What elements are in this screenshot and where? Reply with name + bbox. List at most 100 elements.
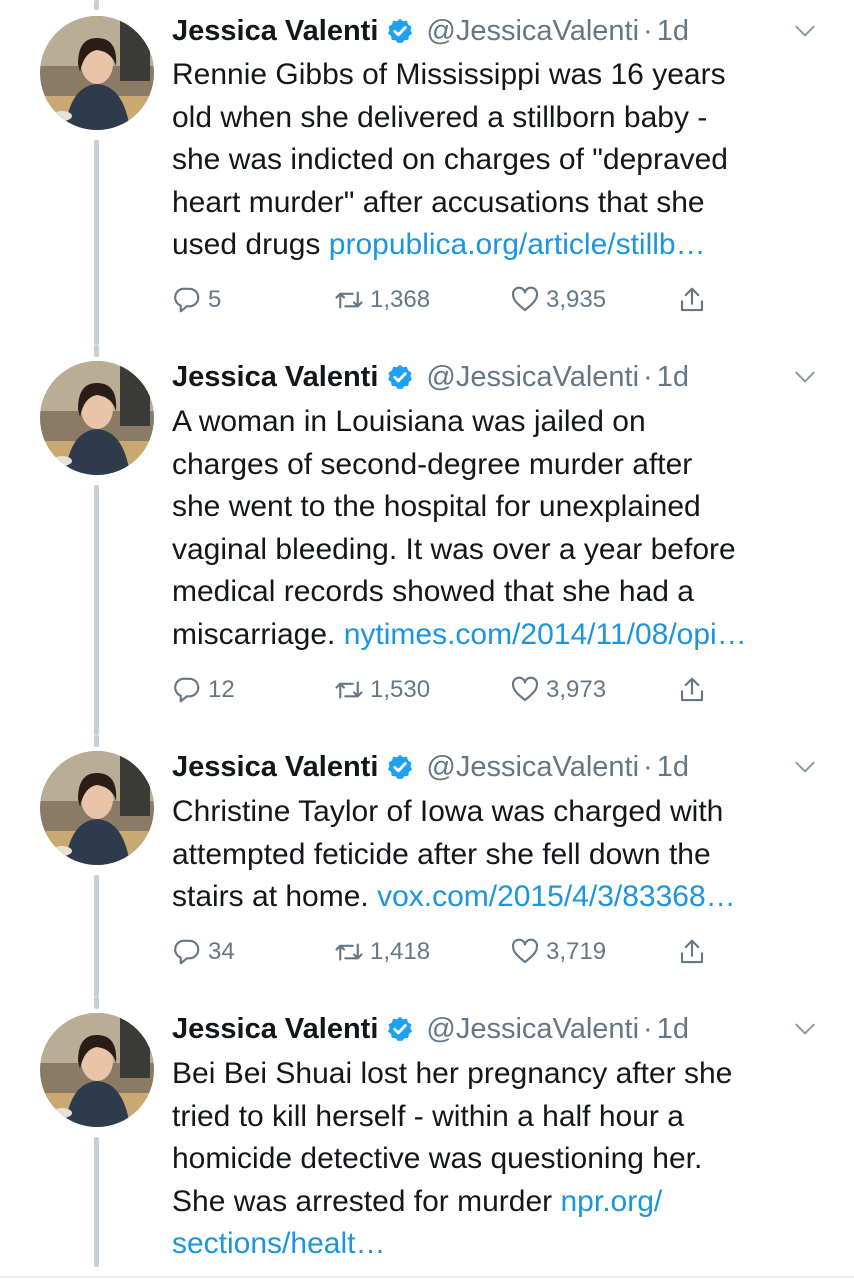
thread-connector: [94, 735, 99, 747]
tweet-text: Christine Taylor of Iowa was charged wit…: [172, 791, 832, 919]
avatar[interactable]: [40, 751, 154, 865]
text-line: old when she delivered a stillborn baby …: [172, 100, 708, 134]
text-line: She was arrested for murder npr.org/: [172, 1181, 832, 1224]
reply-count: 34: [208, 938, 235, 965]
text-line: medical records showed that she had a: [172, 575, 694, 608]
thread-connector: [94, 345, 99, 357]
divider: [0, 1276, 854, 1278]
avatar[interactable]: [40, 1013, 154, 1127]
text-line: Rennie Gibbs of Mississippi was 16 years: [172, 58, 726, 91]
author-name[interactable]: Jessica Valenti: [172, 15, 378, 48]
chevron-down-icon[interactable]: [792, 364, 818, 390]
author-name[interactable]: Jessica Valenti: [172, 1013, 378, 1046]
retweet-icon: [335, 681, 363, 699]
separator-dot: ·: [643, 360, 653, 393]
like-button[interactable]: 3,719: [510, 932, 606, 972]
heart-icon: [511, 938, 539, 964]
like-count: 3,935: [546, 286, 607, 313]
text-line: miscarriage. nytimes.com/2014/11/08/opi…: [172, 614, 832, 657]
retweet-icon: [335, 291, 363, 309]
chevron-down-icon[interactable]: [792, 754, 818, 780]
text-tail: stairs at home.: [172, 880, 378, 913]
retweet-button[interactable]: 1,418: [334, 932, 430, 972]
share-button[interactable]: [677, 670, 713, 710]
thread-connector: [94, 875, 99, 997]
avatar-photo: [40, 751, 154, 865]
retweet-count: 1,418: [370, 938, 431, 965]
tweet-actions: 5 1,368 3,935: [172, 280, 732, 320]
tweet-header: Jessica Valenti @JessicaValenti · 1d: [172, 10, 824, 52]
tweet-3[interactable]: Jessica Valenti @JessicaValenti · 1d Chr…: [0, 735, 854, 997]
text-line: Christine Taylor of Iowa was charged wit…: [172, 795, 724, 828]
retweet-count: 1,368: [370, 286, 431, 313]
text-line: used drugs propublica.org/article/stillb…: [172, 224, 832, 267]
separator-dot: ·: [643, 14, 653, 47]
text-tail: miscarriage.: [172, 617, 344, 651]
avatar[interactable]: [40, 361, 154, 475]
verified-badge-icon: [388, 364, 413, 390]
article-link[interactable]: propublica.org/article/stillb…: [329, 228, 706, 261]
reply-count: 12: [208, 676, 235, 703]
text-line: A woman in Louisiana was jailed on: [172, 405, 646, 438]
thread-connector: [94, 1137, 99, 1267]
verified-badge-icon: [388, 18, 413, 44]
author-name[interactable]: Jessica Valenti: [172, 751, 378, 784]
share-icon: [680, 677, 704, 702]
author-handle[interactable]: @JessicaValenti: [426, 1013, 639, 1046]
text-tail: used drugs: [172, 228, 329, 261]
thread-connector: [94, 140, 99, 345]
retweet-icon: [335, 943, 363, 961]
verified-badge-icon: [388, 1016, 413, 1042]
share-button[interactable]: [677, 932, 713, 972]
retweet-button[interactable]: 1,368: [334, 280, 430, 320]
timestamp[interactable]: 1d: [657, 361, 689, 394]
reply-button[interactable]: 12: [172, 670, 235, 710]
text-line: Bei Bei Shuai lost her pregnancy after s…: [172, 1057, 733, 1090]
article-link[interactable]: nytimes.com/2014/11/08/opi…: [344, 618, 747, 651]
timestamp[interactable]: 1d: [657, 1013, 689, 1046]
text-line: attempted feticide after she fell down t…: [172, 837, 711, 871]
text-line: heart murder" after accusations that she: [172, 185, 705, 219]
separator-dot: ·: [643, 1012, 653, 1045]
avatar-photo: [40, 16, 154, 130]
heart-icon: [511, 676, 539, 702]
avatar[interactable]: [40, 16, 154, 130]
article-link-continued[interactable]: sections/healt…: [172, 1227, 385, 1260]
avatar-photo: [40, 1013, 154, 1127]
text-line: sections/healt…: [172, 1223, 832, 1266]
text-line: homicide detective was questioning her.: [172, 1142, 703, 1175]
author-handle[interactable]: @JessicaValenti: [426, 15, 639, 48]
separator-dot: ·: [643, 750, 653, 783]
author-handle[interactable]: @JessicaValenti: [426, 361, 639, 394]
reply-icon: [174, 287, 200, 313]
tweet-1[interactable]: Jessica Valenti @JessicaValenti · 1d Ren…: [0, 0, 854, 345]
author-handle[interactable]: @JessicaValenti: [426, 751, 639, 784]
article-link[interactable]: npr.org/: [561, 1185, 663, 1218]
thread-connector: [94, 0, 99, 10]
chevron-down-icon[interactable]: [792, 1016, 818, 1042]
retweet-button[interactable]: 1,530: [334, 670, 430, 710]
reply-count: 5: [208, 286, 222, 313]
tweet-4[interactable]: Jessica Valenti @JessicaValenti · 1d Bei…: [0, 997, 854, 1280]
text-line: charges of second-degree murder after: [172, 447, 693, 481]
like-button[interactable]: 3,935: [510, 280, 606, 320]
thread-connector: [94, 997, 99, 1009]
reply-button[interactable]: 34: [172, 932, 235, 972]
tweet-header: Jessica Valenti @JessicaValenti · 1d: [172, 746, 824, 788]
timestamp[interactable]: 1d: [657, 15, 689, 48]
like-button[interactable]: 3,973: [510, 670, 606, 710]
share-button[interactable]: [677, 280, 713, 320]
article-link[interactable]: vox.com/2015/4/3/83368…: [377, 880, 736, 913]
tweet-text: Rennie Gibbs of Mississippi was 16 years…: [172, 54, 832, 267]
tweet-2[interactable]: Jessica Valenti @JessicaValenti · 1d A w…: [0, 345, 854, 735]
like-count: 3,719: [546, 938, 607, 965]
timestamp[interactable]: 1d: [657, 751, 689, 784]
text-line: tried to kill herself - within a half ho…: [172, 1099, 684, 1133]
retweet-count: 1,530: [370, 676, 431, 703]
reply-button[interactable]: 5: [172, 280, 221, 320]
avatar-photo: [40, 361, 154, 475]
author-name[interactable]: Jessica Valenti: [172, 361, 378, 394]
tweet-actions: 34 1,418 3,719: [172, 932, 732, 972]
chevron-down-icon[interactable]: [792, 18, 818, 44]
tweet-text: A woman in Louisiana was jailed on charg…: [172, 401, 832, 656]
